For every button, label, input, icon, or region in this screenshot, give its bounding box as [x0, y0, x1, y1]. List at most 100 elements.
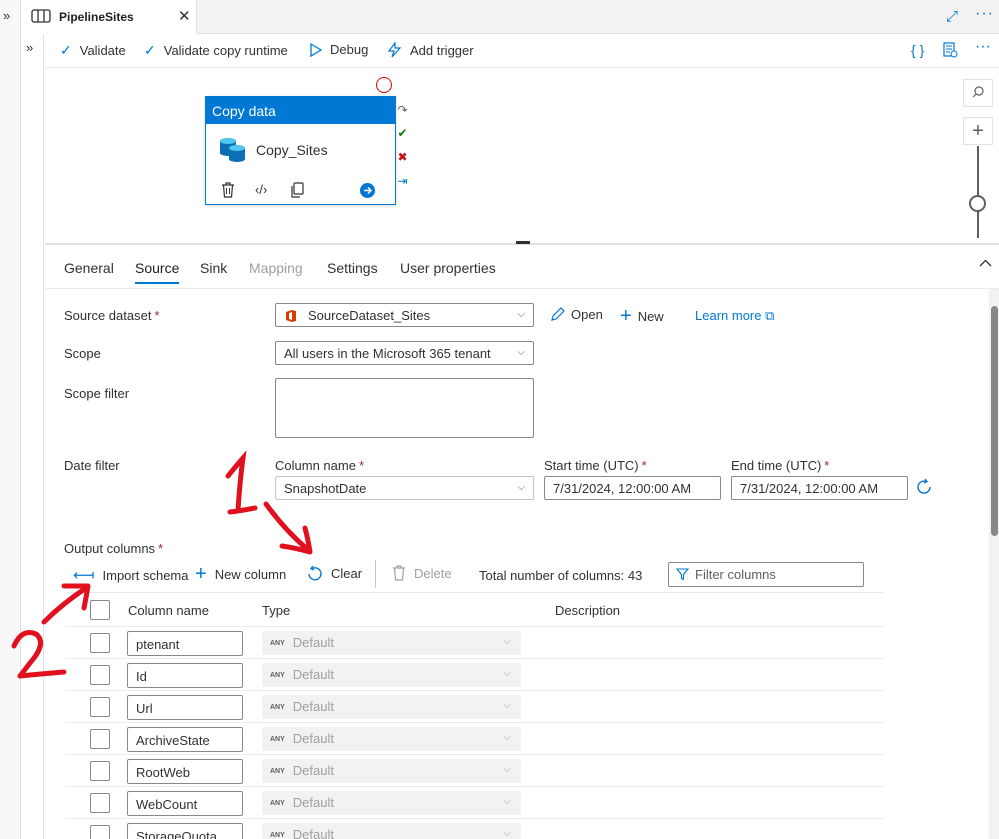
add-trigger-label: Add trigger — [410, 42, 474, 58]
scope-filter-textarea[interactable] — [275, 378, 534, 438]
scope-dropdown[interactable]: All users in the Microsoft 365 tenant ⌵ — [275, 341, 534, 365]
debug-button[interactable]: Debug — [310, 42, 368, 57]
code-view-icon[interactable]: ‹/› — [255, 182, 267, 197]
close-icon[interactable]: ✕ — [178, 7, 191, 25]
type-dropdown[interactable]: ANY Default ⌵ — [262, 695, 521, 719]
zoom-in-button[interactable]: + — [963, 117, 993, 145]
add-trigger-button[interactable]: Add trigger — [387, 42, 474, 58]
chevron-down-icon: ⌵ — [517, 347, 525, 358]
more-options-icon[interactable]: ··· — [975, 5, 994, 23]
more-icon[interactable]: ··· — [975, 38, 991, 56]
splitter-handle[interactable] — [516, 241, 530, 244]
validate-copy-runtime-button[interactable]: ✓ Validate copy runtime — [144, 42, 288, 59]
import-schema-button[interactable]: ⟻ Import schema — [73, 566, 189, 584]
type-dropdown[interactable]: ANY Default ⌵ — [262, 823, 521, 839]
column-name-input[interactable]: Id — [127, 663, 243, 688]
type-dropdown[interactable]: ANY Default ⌵ — [262, 663, 521, 687]
any-type-badge: ANY — [270, 736, 285, 743]
copy-data-activity[interactable]: Copy data Copy_Sites ‹/› — [205, 96, 396, 205]
column-name-input[interactable]: RootWeb — [127, 759, 243, 784]
type-value: Default — [292, 763, 334, 778]
type-dropdown[interactable]: ANY Default ⌵ — [262, 727, 521, 751]
chevron-down-icon: ⌵ — [503, 668, 511, 679]
tab-source[interactable]: Source — [135, 260, 180, 284]
checkmark-icon: ✓ — [144, 42, 156, 58]
row-checkbox[interactable] — [90, 697, 110, 717]
tab-user-properties[interactable]: User properties — [400, 260, 496, 276]
date-column-dropdown[interactable]: SnapshotDate ⌵ — [275, 476, 534, 500]
chevron-down-icon: ⌵ — [517, 309, 525, 320]
debug-label: Debug — [330, 42, 369, 57]
validate-copy-runtime-label: Validate copy runtime — [163, 43, 288, 58]
completion-port-icon[interactable]: ⇥ — [396, 175, 409, 188]
row-checkbox[interactable] — [90, 665, 110, 685]
zoom-slider-track[interactable] — [977, 146, 979, 238]
success-port-icon[interactable]: ✔ — [396, 127, 409, 140]
source-dataset-label: Source dataset * — [64, 308, 160, 323]
type-value: Default — [292, 667, 334, 682]
factory-resources-rail: » — [21, 34, 44, 839]
select-all-checkbox[interactable] — [90, 600, 110, 620]
canvas-search-button[interactable] — [963, 79, 993, 107]
tab-pipeline[interactable]: PipelineSites ✕ — [21, 0, 197, 34]
open-dataset-button[interactable]: Open — [550, 307, 603, 322]
collapse-panel-icon[interactable] — [979, 259, 992, 267]
tab-sink[interactable]: Sink — [200, 260, 227, 276]
any-type-badge: ANY — [270, 768, 285, 775]
new-column-button[interactable]: + New column — [195, 563, 286, 586]
description-header: Description — [555, 603, 621, 618]
row-checkbox[interactable] — [90, 633, 110, 653]
start-time-input[interactable]: 7/31/2024, 12:00:00 AM — [544, 476, 721, 500]
delete-icon[interactable] — [221, 182, 235, 198]
end-time-input[interactable]: 7/31/2024, 12:00:00 AM — [731, 476, 908, 500]
column-name-input[interactable]: ptenant — [127, 631, 243, 656]
expand-resources-icon[interactable]: » — [26, 40, 33, 55]
toolbar-divider — [375, 560, 376, 588]
row-checkbox[interactable] — [90, 729, 110, 749]
scope-filter-label: Scope filter — [64, 386, 130, 401]
row-checkbox[interactable] — [90, 793, 110, 813]
column-name-label: Column name * — [275, 458, 364, 473]
column-name-input[interactable]: ArchiveState — [127, 727, 243, 752]
row-checkbox[interactable] — [90, 825, 110, 839]
properties-icon[interactable] — [942, 42, 958, 58]
type-dropdown[interactable]: ANY Default ⌵ — [262, 759, 521, 783]
any-type-badge: ANY — [270, 832, 285, 839]
column-name-header: Column name — [128, 603, 209, 618]
refresh-icon[interactable] — [915, 478, 933, 496]
scrollbar-thumb[interactable] — [991, 306, 998, 536]
learn-more-link[interactable]: Learn more ⧉ — [695, 308, 774, 324]
scope-value: All users in the Microsoft 365 tenant — [284, 346, 491, 361]
column-name-input[interactable]: StorageQuota — [127, 823, 243, 839]
row-checkbox[interactable] — [90, 761, 110, 781]
skip-port-icon[interactable]: ↷ — [396, 104, 409, 117]
output-columns-label: Output columns * — [64, 541, 164, 556]
type-value: Default — [292, 795, 334, 810]
delete-button[interactable]: Delete — [392, 565, 452, 581]
expand-rail-icon[interactable]: » — [3, 8, 10, 23]
pipeline-canvas[interactable] — [45, 69, 999, 244]
navigate-arrow-icon[interactable] — [360, 183, 375, 198]
clear-label: Clear — [331, 566, 363, 581]
type-dropdown[interactable]: ANY Default ⌵ — [262, 791, 521, 815]
clear-button[interactable]: Clear — [306, 565, 362, 582]
zoom-slider-handle[interactable] — [969, 195, 986, 212]
tab-settings[interactable]: Settings — [327, 260, 378, 276]
column-name-input[interactable]: Url — [127, 695, 243, 720]
open-label: Open — [571, 307, 603, 322]
column-name-input[interactable]: WebCount — [127, 791, 243, 816]
tab-general[interactable]: General — [64, 260, 114, 276]
failure-port-icon[interactable]: ✖ — [396, 151, 409, 164]
new-dataset-button[interactable]: + New — [620, 305, 664, 328]
source-dataset-dropdown[interactable]: SourceDataset_Sites ⌵ — [275, 303, 534, 327]
copy-icon[interactable] — [290, 182, 304, 198]
validate-button[interactable]: ✓ Validate — [60, 42, 126, 59]
tab-mapping[interactable]: Mapping — [249, 260, 303, 276]
validate-label: Validate — [79, 43, 126, 58]
date-filter-label: Date filter — [64, 458, 120, 473]
type-dropdown[interactable]: ANY Default ⌵ — [262, 631, 521, 655]
chevron-down-icon: ⌵ — [503, 764, 511, 775]
maximize-icon[interactable]: ⤢ — [946, 8, 958, 25]
filter-columns-input[interactable]: Filter columns — [668, 562, 864, 587]
code-icon[interactable]: { } — [911, 42, 924, 58]
